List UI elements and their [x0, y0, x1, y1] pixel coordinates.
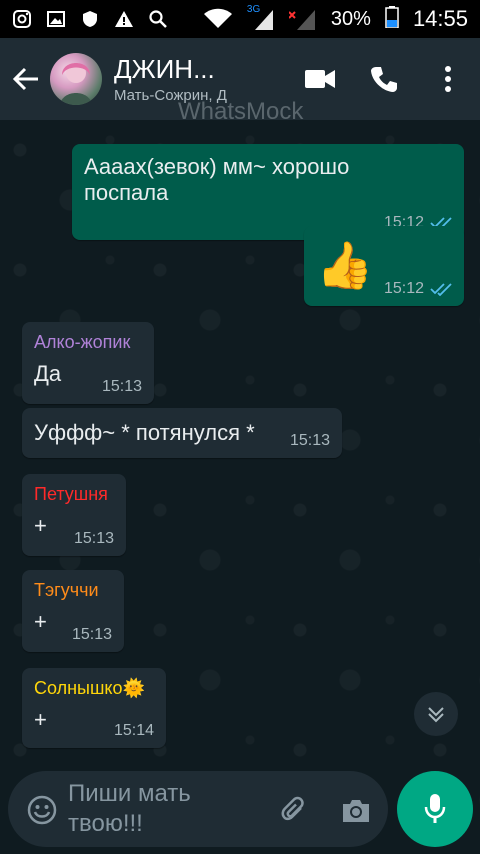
- status-left: [12, 9, 168, 29]
- message-input[interactable]: Пиши мать твою!!!: [68, 779, 268, 839]
- message-bubble-incoming[interactable]: Солнышко🌞 + 15:14: [22, 668, 166, 748]
- message-input-bar: Пиши мать твою!!!: [8, 771, 388, 847]
- cell-signal-icon: 3G: [247, 4, 275, 30]
- chat-title: ДЖИН...: [114, 54, 215, 84]
- image-icon: [46, 9, 66, 29]
- more-vert-icon: [445, 66, 451, 92]
- message-meta: 15:13: [72, 626, 112, 644]
- sender-name: Тэгуччи: [34, 580, 99, 600]
- back-arrow-icon: [12, 67, 38, 91]
- sender-name: Солнышко🌞: [34, 678, 145, 698]
- avatar[interactable]: [50, 53, 102, 105]
- sender-name: Петушня: [34, 484, 108, 504]
- emoji-button[interactable]: [20, 788, 64, 832]
- chat-title-block[interactable]: ДЖИН... Мать-Сожрин, Д: [114, 54, 284, 104]
- chevron-double-down-icon: [428, 707, 444, 723]
- message-bubble-outgoing[interactable]: 👍 15:12: [304, 226, 464, 306]
- search-icon: [148, 9, 168, 29]
- scroll-to-bottom-button[interactable]: [414, 692, 458, 736]
- message-time: 15:13: [289, 432, 330, 449]
- message-bubble-incoming[interactable]: Петушня + 15:13: [22, 474, 126, 556]
- more-options-button[interactable]: [416, 47, 480, 111]
- message-meta: 15:12: [384, 280, 452, 298]
- attach-button[interactable]: [272, 789, 316, 833]
- message-bubble-incoming[interactable]: Алко-жопик Да 15:13: [22, 322, 154, 404]
- paperclip-icon: [281, 796, 304, 821]
- battery-percent: 30%: [330, 7, 371, 30]
- warning-icon: [114, 9, 134, 29]
- camera-button[interactable]: [334, 789, 378, 833]
- status-right: 3G 30% 14:55: [203, 4, 468, 33]
- sender-name: Алко-жопик: [34, 332, 131, 352]
- message-text: Уффф~ * потянулся *: [34, 420, 255, 445]
- double-check-icon: [430, 283, 452, 296]
- shield-icon: [80, 9, 100, 29]
- message-time: 15:13: [101, 378, 142, 395]
- voice-call-button[interactable]: [352, 47, 416, 111]
- message-bubble-incoming[interactable]: Уффф~ * потянулся * 15:13: [22, 408, 342, 458]
- message-time: 15:13: [71, 626, 112, 643]
- message-time: 15:13: [73, 530, 114, 547]
- network-type-badge: 3G: [246, 4, 261, 15]
- header-actions: [288, 38, 480, 120]
- instagram-icon: [12, 9, 32, 29]
- camera-icon: [343, 800, 369, 822]
- microphone-icon: [424, 794, 446, 823]
- smiley-icon: [27, 795, 57, 825]
- phone-icon: [371, 67, 397, 92]
- message-text: Ааааx(зевок) мм~ хорошо поспала: [84, 154, 350, 205]
- voice-message-button[interactable]: [397, 771, 473, 847]
- clock: 14:55: [412, 6, 468, 31]
- status-bar: 3G 30% 14:55: [0, 0, 480, 38]
- message-meta: 15:13: [74, 530, 114, 548]
- back-button[interactable]: [2, 55, 50, 103]
- message-meta: 15:13: [102, 378, 142, 396]
- message-time: 15:14: [113, 722, 154, 739]
- message-bubble-incoming[interactable]: Тэгуччи + 15:13: [22, 570, 124, 652]
- battery-icon: [385, 5, 399, 33]
- message-meta: 15:13: [290, 432, 330, 450]
- cell-signal-2-icon: [288, 8, 317, 30]
- message-time: 15:12: [383, 280, 424, 297]
- wifi-icon: [203, 8, 233, 29]
- message-meta: 15:14: [114, 722, 154, 740]
- chat-area[interactable]: Ааааx(зевок) мм~ хорошо поспала 15:12 👍 …: [0, 120, 480, 854]
- video-camera-icon: [305, 70, 335, 88]
